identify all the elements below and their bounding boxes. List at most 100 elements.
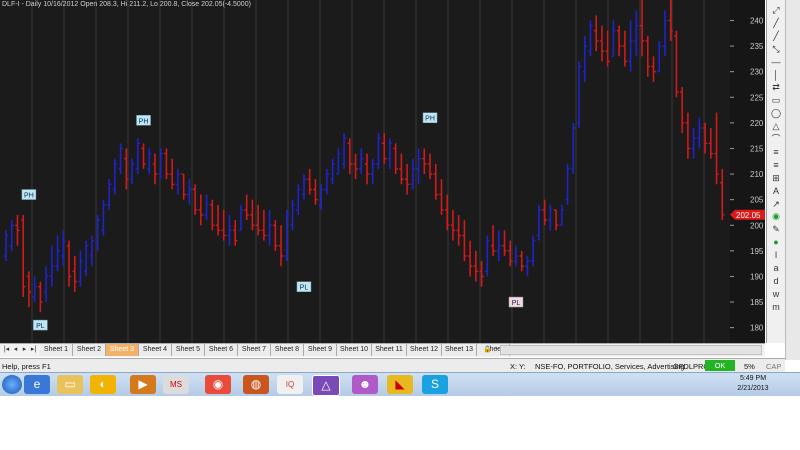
d-tool-tool-icon[interactable]: d: [769, 275, 783, 287]
sheet-tab-11[interactable]: Sheet 11: [372, 344, 407, 356]
triangle-tool-icon[interactable]: △: [769, 120, 783, 132]
chart-area[interactable]: 240 235 230 225 220 215 210 205 200 195 190 185 180 …: [0, 0, 765, 343]
sheet-tab-1[interactable]: Sheet 1: [40, 344, 73, 356]
sheet-tab-6[interactable]: Sheet 6: [205, 344, 238, 356]
ohlc-bar: [341, 133, 347, 169]
app-flag-icon[interactable]: ◣: [387, 375, 413, 394]
ohlc-bar: [364, 153, 370, 185]
vertical-scrollbar[interactable]: [785, 0, 800, 360]
horiz-line-tool-icon[interactable]: —: [769, 56, 783, 68]
line-tool-icon[interactable]: ╱: [769, 17, 783, 29]
horizontal-scrollbar[interactable]: [500, 345, 762, 355]
explorer-icon[interactable]: ▭: [57, 375, 83, 394]
ie-icon[interactable]: e: [24, 375, 50, 394]
ohlc-bar: [118, 143, 123, 175]
app-iq-icon[interactable]: IQ: [277, 375, 303, 394]
ohlc-bar: [106, 179, 112, 210]
sheet-last-icon[interactable]: ▸|: [29, 345, 38, 355]
text-tool-icon[interactable]: A: [769, 185, 783, 197]
skype-icon[interactable]: S: [422, 375, 448, 394]
status-coords: X: Y:: [510, 362, 526, 371]
start-button[interactable]: [2, 375, 22, 394]
ohlc-bar: [278, 225, 284, 267]
arrow-tool-icon[interactable]: ⇄: [769, 81, 783, 93]
pivot-label-pl[interactable]: PL: [508, 296, 524, 308]
color-tool-icon[interactable]: ●: [769, 236, 783, 248]
ohlc-bar: [101, 199, 106, 236]
ohlc-bar: [422, 148, 427, 175]
fib-tool-icon[interactable]: ≡: [769, 146, 783, 158]
ohlc-bar: [129, 158, 135, 185]
ohlc-bar: [336, 148, 341, 175]
ohlc-bar: [553, 209, 559, 231]
p-tool-tool-icon[interactable]: w: [769, 288, 783, 300]
pivot-label-ph[interactable]: PH: [21, 189, 37, 200]
cursor-tool-icon[interactable]: ⤢: [769, 4, 783, 16]
rect-tool-icon[interactable]: ▭: [769, 94, 783, 106]
pivot-label-ph[interactable]: PH: [422, 112, 438, 123]
sheet-tab-7[interactable]: Sheet 7: [238, 344, 271, 356]
ohlc-bar: [61, 230, 66, 267]
ohlc-bar: [410, 158, 416, 190]
app-fire-icon[interactable]: ◍: [243, 375, 269, 394]
ohlc-bar: [38, 281, 43, 313]
ohlc-bar: [359, 148, 364, 175]
ohlc-bar: [651, 56, 656, 82]
lock-icon[interactable]: 🔒: [483, 345, 492, 355]
y-tick-label: 210: [750, 170, 764, 179]
info-tool-icon[interactable]: ǀ: [769, 249, 783, 261]
ellipse-tool-icon[interactable]: ◯: [769, 107, 783, 119]
ohlc-bar: [645, 35, 650, 77]
app-round-icon[interactable]: ◐: [90, 375, 116, 394]
sheet-tab-8[interactable]: Sheet 8: [271, 344, 304, 356]
sheet-tab-9[interactable]: Sheet 9: [304, 344, 337, 356]
app-purple-icon[interactable]: ☻: [352, 375, 378, 394]
ohlc-bar: [439, 179, 444, 216]
ohlc-bar: [599, 25, 605, 62]
media-icon[interactable]: ▶: [130, 375, 156, 394]
sheet-tab-5[interactable]: Sheet 5: [172, 344, 205, 356]
status-cap: CAP: [766, 362, 782, 371]
sheet-tab-4[interactable]: Sheet 4: [139, 344, 172, 356]
vert-line-tool-icon[interactable]: │: [769, 69, 783, 81]
sheet-tab-13[interactable]: Sheet 13: [442, 344, 477, 356]
ohlc-bar: [147, 148, 152, 175]
amibroker-icon[interactable]: △: [312, 375, 340, 396]
ohlc-bar: [135, 138, 140, 175]
sheet-tab-12[interactable]: Sheet 12: [407, 344, 442, 356]
zoom-tool-icon[interactable]: ◉: [769, 210, 783, 222]
ext-line-tool-icon[interactable]: ⤡: [769, 43, 783, 55]
sheet-tab-2[interactable]: Sheet 2: [73, 344, 106, 356]
pen-tool-icon[interactable]: ✎: [769, 223, 783, 235]
arc-tool-icon[interactable]: ⌒: [769, 133, 783, 145]
ohlc-bar: [485, 235, 490, 277]
ohlc-bar: [164, 148, 169, 180]
sheet-tab-3[interactable]: Sheet 3: [106, 344, 139, 356]
sheet-tab-bar: |◂ ◂ ▸ ▸| Sheet 1 Sheet 2 Sheet 3 Sheet 4 Sh…: [0, 343, 765, 357]
ray-tool-icon[interactable]: ╱: [769, 30, 783, 42]
gann-tool-icon[interactable]: ⊞: [769, 172, 783, 184]
pivot-label-ph[interactable]: PH: [136, 115, 151, 126]
pivot-label-pl[interactable]: PL: [296, 281, 312, 292]
m-tool-tool-icon[interactable]: m: [769, 301, 783, 313]
ohlc-bar: [496, 230, 501, 262]
sheet-prev-icon[interactable]: ◂: [11, 345, 20, 355]
price-chart[interactable]: 240235230225220215210205200195190185180 …: [0, 0, 765, 343]
sheet-next-icon[interactable]: ▸: [20, 345, 29, 355]
ohlc-bar: [3, 230, 9, 262]
ms-app-icon[interactable]: MS: [163, 375, 189, 394]
ohlc-bar: [267, 209, 272, 246]
fib-ext-tool-icon[interactable]: ≡: [769, 159, 783, 171]
ohlc-bar: [542, 199, 547, 226]
sheet-first-icon[interactable]: |◂: [2, 345, 11, 355]
chrome-icon[interactable]: ◉: [205, 375, 231, 394]
system-clock[interactable]: 5:49 PM 2/21/2013: [728, 374, 778, 395]
pivot-label-pl[interactable]: PL: [33, 319, 48, 331]
sheet-tab-10[interactable]: Sheet 10: [337, 344, 372, 356]
ohlc-bar: [616, 25, 622, 57]
a-tool-tool-icon[interactable]: a: [769, 262, 783, 274]
line-ext-tool-icon[interactable]: ↗: [769, 198, 783, 210]
ohlc-bar: [674, 30, 679, 98]
grid-layer: 240 235 230 225 220 215 210 205 200 195 190 185 180: [31, 0, 765, 343]
ohlc-bar: [72, 255, 77, 292]
